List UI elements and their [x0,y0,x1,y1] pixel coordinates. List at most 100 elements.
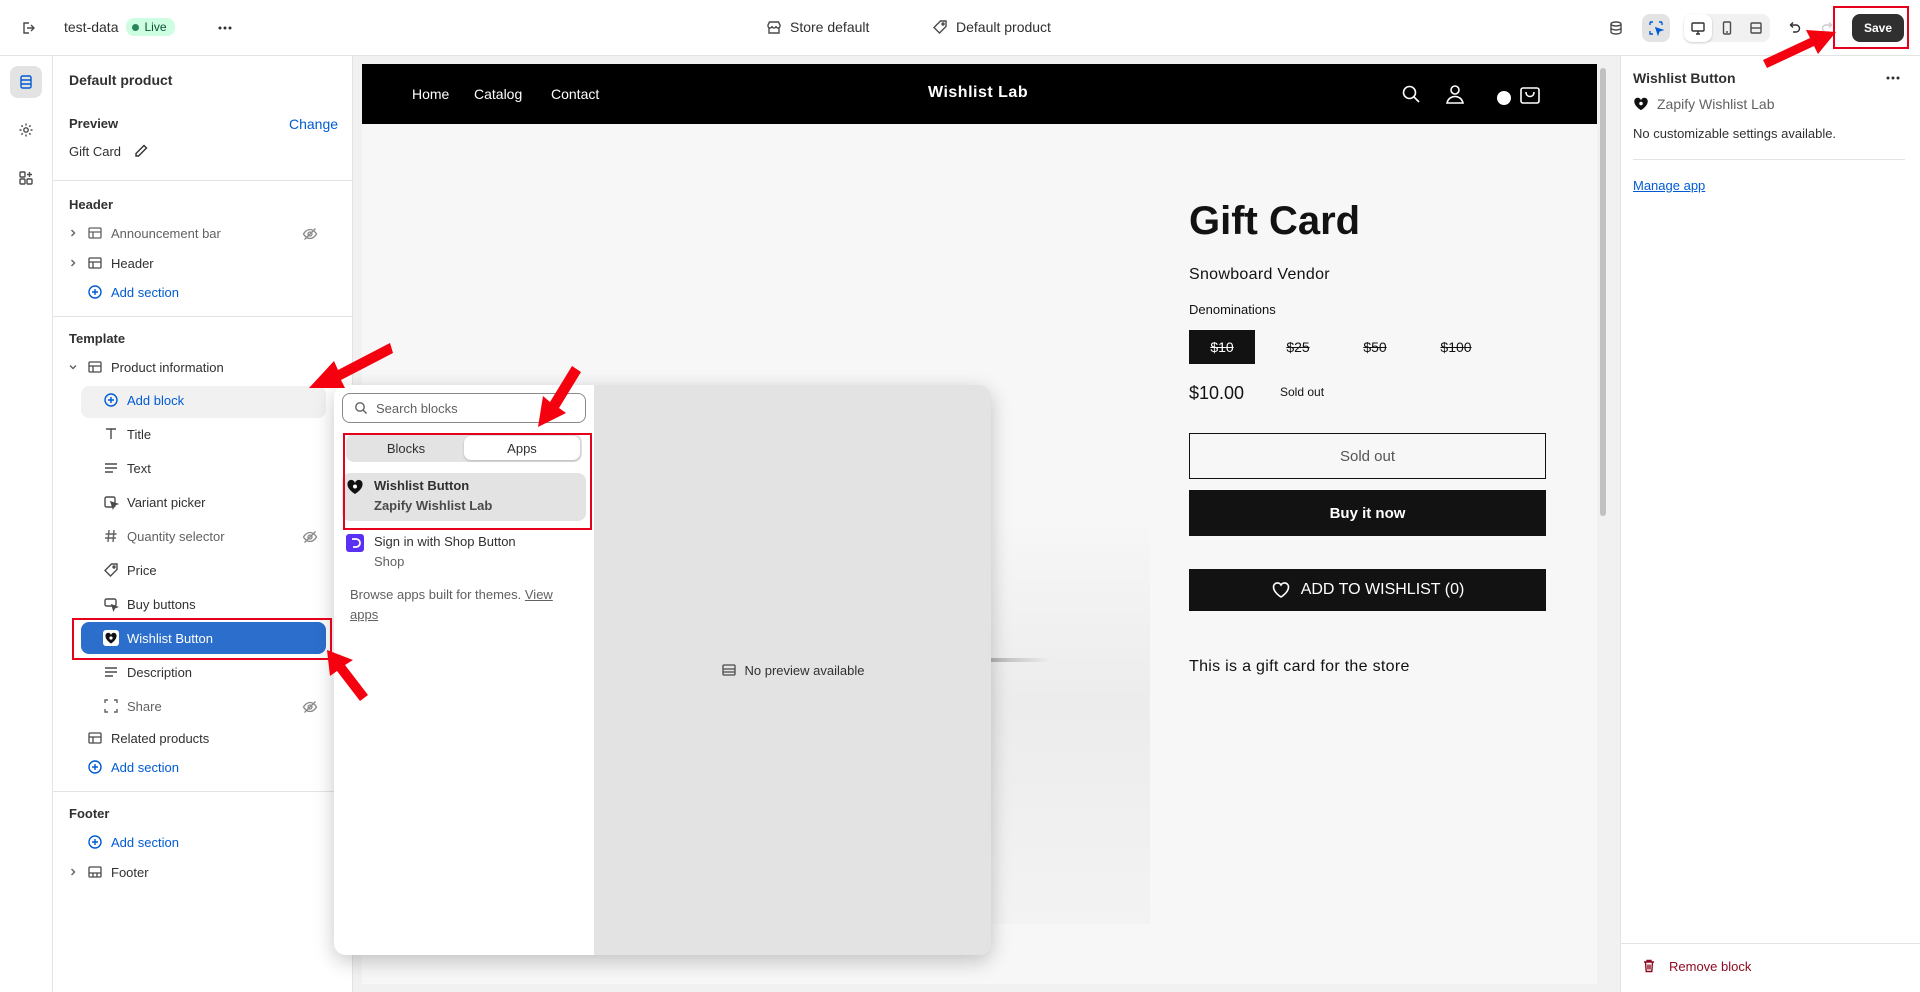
no-preview-label: No preview available [744,662,865,678]
apps-icon [19,171,33,185]
denomination-option[interactable]: $25 [1265,330,1331,364]
theme-check-button[interactable] [1602,14,1630,42]
section-header[interactable]: Header [67,255,154,271]
eye-hidden-icon[interactable] [302,226,318,242]
block-text[interactable]: Text [103,460,151,476]
block-share[interactable]: Share [103,698,162,714]
store-brand[interactable]: Wishlist Lab [928,84,1028,102]
exit-button[interactable] [14,14,42,42]
inspector-toggle[interactable] [1642,14,1670,42]
button-click-icon [104,598,119,612]
preview-scrollbar[interactable] [1600,68,1606,516]
gear-icon [19,123,33,137]
section-announcement-bar[interactable]: Announcement bar [67,225,221,241]
price-tag-icon [104,563,118,577]
template-selector[interactable]: Default product [932,19,1051,35]
change-preview-link[interactable]: Change [289,116,338,132]
sections-icon [20,75,32,89]
cart-icon[interactable] [1519,83,1541,105]
buy-it-now-button[interactable]: Buy it now [1189,490,1546,536]
annotation-box-apps [343,433,592,530]
text-title-icon [106,428,116,439]
eye-hidden-icon[interactable] [302,529,318,545]
nav-catalog-link[interactable]: Catalog [474,86,522,102]
block-title[interactable]: Title [103,426,151,442]
divider [53,316,353,317]
preview-product[interactable]: Gift Card [69,143,149,159]
add-block-label: Add block [127,392,185,408]
chevron-down-icon [69,365,77,370]
shop-app-icon [346,534,364,552]
add-section-header-button[interactable]: Add section [87,284,179,300]
add-section-footer-button[interactable]: Add section [87,834,179,850]
browse-apps-label: Browse apps built for themes. [350,587,522,602]
section-product-information[interactable]: Product information [67,359,224,375]
nav-contact-link[interactable]: Contact [551,86,599,102]
sections-nav-button[interactable] [10,66,42,98]
annotation-box-save [1833,6,1909,49]
footer-section-icon [88,866,102,878]
heart-icon [1272,582,1290,598]
undo-button[interactable] [1780,14,1808,42]
block-description[interactable]: Description [103,664,192,680]
block-price[interactable]: Price [103,562,157,578]
manage-app-link[interactable]: Manage app [1633,178,1705,193]
denomination-option[interactable]: $10 [1189,330,1255,364]
block-variant-picker[interactable]: Variant picker [103,494,206,510]
app-block-shop-sign-in[interactable]: Sign in with Shop Button Shop [342,529,586,577]
product-price: $10.00 [1189,383,1245,403]
hash-icon [105,529,117,543]
section-footer[interactable]: Footer [67,864,149,880]
app-block-name: Sign in with Shop Button [374,534,516,549]
status-dot [132,23,140,31]
block-quantity-selector[interactable]: Quantity selector [103,528,225,544]
section-label: Footer [111,864,149,880]
section-related-products[interactable]: Related products [87,730,209,746]
apps-nav-button[interactable] [10,162,42,194]
store-header: Home Catalog Contact Wishlist Lab [362,64,1597,124]
trash-icon [1644,959,1654,973]
chevron-right-icon [71,229,76,237]
mobile-view-button[interactable] [1713,14,1741,42]
cursor-select-icon [1649,21,1664,36]
section-label: Product information [111,359,224,375]
add-section-label: Add section [111,759,179,775]
ellipsis-icon [218,26,232,30]
denomination-option[interactable]: $50 [1342,330,1408,364]
product-vendor: Snowboard Vendor [1189,266,1330,283]
preview-label: Preview [69,116,119,131]
search-icon[interactable] [1401,84,1421,104]
sold-out-button[interactable]: Sold out [1189,433,1546,479]
status-badge: Live [126,18,175,36]
account-icon[interactable] [1445,83,1465,105]
denomination-option[interactable]: $100 [1418,330,1494,364]
settings-more-button[interactable] [1879,64,1907,92]
search-blocks-input[interactable]: Search blocks [342,393,586,423]
remove-block-button[interactable]: Remove block [1641,958,1751,974]
annotation-box-wishlist [72,618,332,660]
mobile-icon [1722,21,1732,35]
product-title: Gift Card [1189,199,1361,243]
wishlist-heart-icon [1634,97,1648,111]
block-label: Variant picker [127,494,206,510]
store-default-selector[interactable]: Store default [766,19,869,35]
block-buy-buttons[interactable]: Buy buttons [103,596,196,612]
desktop-view-button[interactable] [1684,14,1712,42]
settings-nav-button[interactable] [10,114,42,146]
nav-home-link[interactable]: Home [412,86,449,102]
divider [53,791,353,792]
browse-apps-text: Browse apps built for themes. View apps [350,585,580,625]
section-label: Related products [111,730,210,746]
store-default-label: Store default [790,19,870,35]
add-section-template-button[interactable]: Add section [87,759,179,775]
divider [1633,159,1905,160]
denominations-label: Denominations [1189,302,1276,317]
fullscreen-view-button[interactable] [1742,14,1770,42]
section-icon [721,664,736,676]
add-to-wishlist-button[interactable]: ADD TO WISHLIST (0) [1189,569,1546,611]
add-block-button[interactable]: Add block [103,392,184,408]
top-bar: test-data Live Store default Default pro… [0,0,1920,56]
app-block-vendor: Shop [374,554,405,569]
more-actions-button[interactable] [211,14,239,42]
eye-hidden-icon[interactable] [302,699,318,715]
